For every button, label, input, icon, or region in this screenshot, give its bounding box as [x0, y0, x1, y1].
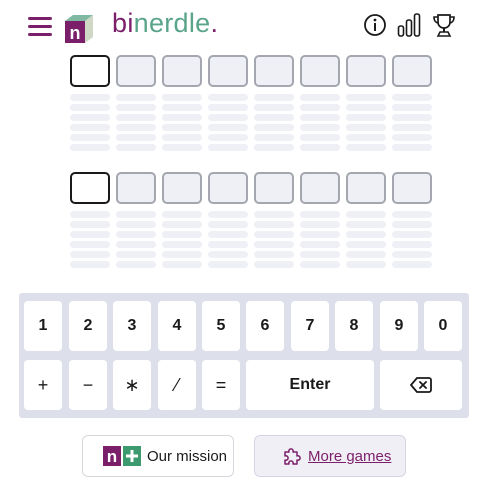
key-3[interactable]: 3	[113, 301, 151, 351]
key-9[interactable]: 9	[380, 301, 418, 351]
future-rows	[70, 94, 432, 151]
brand-dot: .	[210, 8, 219, 38]
key-2[interactable]: 2	[69, 301, 107, 351]
brand-part-1: bi	[112, 8, 134, 38]
tile[interactable]	[300, 172, 340, 204]
tile[interactable]	[300, 55, 340, 87]
tile[interactable]	[254, 55, 294, 87]
tile[interactable]	[116, 172, 156, 204]
key-4[interactable]: 4	[158, 301, 196, 351]
key-plus[interactable]: +	[24, 360, 62, 410]
svg-text:n: n	[107, 447, 117, 466]
tile[interactable]	[346, 55, 386, 87]
more-games-label: More games	[308, 447, 392, 465]
logo-letter: n	[70, 23, 81, 43]
tile[interactable]	[116, 55, 156, 87]
guess-grid-2	[70, 172, 432, 271]
key-5[interactable]: 5	[202, 301, 240, 351]
key-minus[interactable]: −	[69, 360, 107, 410]
tile[interactable]	[254, 172, 294, 204]
tile[interactable]	[392, 55, 432, 87]
key-1[interactable]: 1	[24, 301, 62, 351]
tile-active[interactable]	[70, 55, 110, 87]
backspace-key[interactable]	[380, 360, 462, 410]
tile[interactable]	[162, 172, 202, 204]
header: n binerdle.	[0, 0, 501, 56]
menu-icon[interactable]	[28, 17, 52, 37]
key-6[interactable]: 6	[246, 301, 284, 351]
puzzle-icon	[284, 448, 301, 465]
backspace-icon	[410, 377, 432, 393]
guess-row	[70, 172, 432, 204]
key-7[interactable]: 7	[291, 301, 329, 351]
our-mission-label: Our mission	[147, 447, 228, 465]
future-rows	[70, 211, 432, 268]
tile[interactable]	[162, 55, 202, 87]
key-8[interactable]: 8	[335, 301, 373, 351]
tile[interactable]	[392, 172, 432, 204]
key-divide[interactable]: ⁄	[158, 360, 196, 410]
tile-active[interactable]	[70, 172, 110, 204]
brand-part-2: nerdle	[133, 8, 211, 38]
guess-row	[70, 55, 432, 87]
guess-grid-1	[70, 55, 432, 154]
keyboard: 1 2 3 4 5 6 7 8 9 0 + − ∗ ⁄ = Enter	[19, 293, 469, 418]
brand-title: binerdle.	[112, 8, 218, 39]
key-equals[interactable]: =	[202, 360, 240, 410]
stats-icon[interactable]	[397, 12, 421, 38]
tile[interactable]	[208, 55, 248, 87]
key-multiply[interactable]: ∗	[113, 360, 151, 410]
info-icon[interactable]	[363, 12, 387, 38]
tile[interactable]	[208, 172, 248, 204]
key-0[interactable]: 0	[424, 301, 462, 351]
trophy-icon[interactable]	[431, 12, 457, 38]
enter-key[interactable]: Enter	[246, 360, 374, 410]
nerdle-plus-logo-icon: n	[103, 446, 141, 466]
tile[interactable]	[346, 172, 386, 204]
our-mission-button[interactable]: n Our mission	[82, 435, 234, 477]
more-games-button[interactable]: More games	[254, 435, 406, 477]
logo-cube-icon: n	[65, 15, 93, 43]
